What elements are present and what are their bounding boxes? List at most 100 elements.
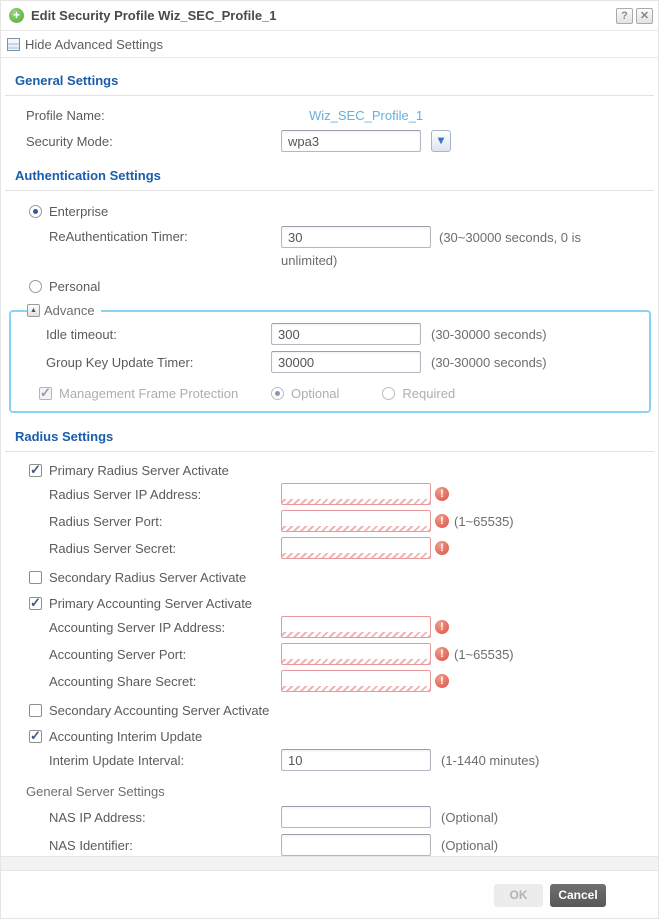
secondary-accounting-activate-label[interactable]: Secondary Accounting Server Activate (49, 703, 269, 718)
general-settings-header: General Settings (1, 73, 658, 88)
close-button[interactable]: ✕ (636, 8, 653, 24)
accounting-server-port-label: Accounting Server Port: (49, 647, 281, 662)
idle-timeout-label: Idle timeout: (46, 327, 271, 342)
accounting-interim-update-checkbox[interactable] (29, 730, 42, 743)
error-icon: ! (435, 487, 449, 501)
footer-divider-band (1, 856, 658, 871)
radius-settings-header: Radius Settings (1, 429, 658, 444)
reauth-timer-row: ReAuthentication Timer: (30~30000 second… (1, 226, 658, 272)
security-mode-input[interactable] (281, 130, 421, 152)
error-icon: ! (435, 674, 449, 688)
nas-ip-address-input[interactable] (281, 806, 431, 828)
general-server-settings-label: General Server Settings (1, 784, 658, 799)
interim-update-interval-row: Interim Update Interval: (1-1440 minutes… (1, 749, 658, 771)
secondary-accounting-activate-checkbox[interactable] (29, 704, 42, 717)
enterprise-label[interactable]: Enterprise (49, 204, 108, 219)
security-mode-label: Security Mode: (26, 134, 281, 149)
secondary-radius-activate-label[interactable]: Secondary Radius Server Activate (49, 570, 246, 585)
nas-identifier-input[interactable] (281, 834, 431, 856)
reauth-timer-hint-line1: (30~30000 seconds, 0 is (439, 230, 581, 245)
panel-icon (7, 38, 20, 51)
group-key-update-timer-row: Group Key Update Timer: (30-30000 second… (39, 351, 643, 373)
reauth-timer-hint-line2: unlimited) (281, 253, 337, 268)
enterprise-radio[interactable] (29, 205, 42, 218)
accounting-server-ip-row: Accounting Server IP Address: ! (1, 616, 658, 638)
personal-radio[interactable] (29, 280, 42, 293)
management-frame-protection-row: Management Frame Protection Optional Req… (39, 386, 643, 401)
accounting-server-ip-input[interactable] (281, 616, 431, 638)
accounting-share-secret-label: Accounting Share Secret: (49, 674, 281, 689)
profile-name-label: Profile Name: (26, 108, 281, 123)
add-icon: + (9, 8, 24, 23)
interim-update-interval-hint: (1-1440 minutes) (441, 753, 539, 768)
management-frame-protection-checkbox (39, 387, 52, 400)
accounting-server-port-hint: (1~65535) (454, 647, 514, 662)
radius-server-secret-input[interactable] (281, 537, 431, 559)
divider (5, 451, 654, 452)
nas-identifier-label: NAS Identifier: (49, 838, 281, 853)
primary-radius-activate-label[interactable]: Primary Radius Server Activate (49, 463, 229, 478)
nas-ip-address-hint: (Optional) (441, 810, 498, 825)
ok-button[interactable]: OK (494, 884, 543, 907)
accounting-interim-update-label[interactable]: Accounting Interim Update (49, 729, 202, 744)
reauth-timer-input[interactable] (281, 226, 431, 248)
accounting-server-ip-label: Accounting Server IP Address: (49, 620, 281, 635)
radius-server-ip-row: Radius Server IP Address: ! (1, 483, 658, 505)
idle-timeout-row: Idle timeout: (30-30000 seconds) (39, 323, 643, 345)
management-frame-protection-label: Management Frame Protection (59, 386, 271, 401)
group-key-update-timer-label: Group Key Update Timer: (46, 355, 271, 370)
radius-server-secret-label: Radius Server Secret: (49, 541, 281, 556)
primary-accounting-activate-label[interactable]: Primary Accounting Server Activate (49, 596, 252, 611)
profile-name-row: Profile Name: Wiz_SEC_Profile_1 (1, 108, 658, 123)
group-key-update-timer-input[interactable] (271, 351, 421, 373)
nas-identifier-row: NAS Identifier: (Optional) (1, 834, 658, 856)
reauth-timer-label: ReAuthentication Timer: (49, 226, 281, 248)
interim-update-interval-input[interactable] (281, 749, 431, 771)
enterprise-radio-row: Enterprise (1, 204, 658, 219)
dialog-content: General Settings Profile Name: Wiz_SEC_P… (1, 58, 658, 919)
hide-advanced-settings-toggle[interactable]: Hide Advanced Settings (1, 31, 658, 58)
mfp-optional-label: Optional (291, 386, 339, 401)
primary-radius-activate-checkbox[interactable] (29, 464, 42, 477)
accounting-server-port-row: Accounting Server Port: ! (1~65535) (1, 643, 658, 665)
help-button[interactable]: ? (616, 8, 633, 24)
group-key-update-timer-hint: (30-30000 seconds) (431, 355, 547, 370)
interim-update-interval-label: Interim Update Interval: (49, 753, 281, 768)
authentication-settings-header: Authentication Settings (1, 168, 658, 183)
dialog-titlebar: + Edit Security Profile Wiz_SEC_Profile_… (1, 1, 658, 31)
security-mode-row: Security Mode: ▾ (1, 130, 658, 152)
radius-server-ip-label: Radius Server IP Address: (49, 487, 281, 502)
collapse-icon[interactable]: ▲ (27, 304, 40, 317)
error-icon: ! (435, 620, 449, 634)
accounting-server-port-input[interactable] (281, 643, 431, 665)
primary-accounting-activate-row: Primary Accounting Server Activate (1, 596, 658, 611)
cancel-button[interactable]: Cancel (550, 884, 606, 907)
radius-server-port-label: Radius Server Port: (49, 514, 281, 529)
secondary-accounting-activate-row: Secondary Accounting Server Activate (1, 703, 658, 718)
nas-ip-address-label: NAS IP Address: (49, 810, 281, 825)
hide-advanced-settings-label: Hide Advanced Settings (25, 37, 163, 52)
dialog-title: Edit Security Profile Wiz_SEC_Profile_1 (31, 8, 613, 23)
advance-legend: ▲ Advance (27, 303, 101, 318)
secondary-radius-activate-checkbox[interactable] (29, 571, 42, 584)
accounting-share-secret-row: Accounting Share Secret: ! (1, 670, 658, 692)
primary-radius-activate-row: Primary Radius Server Activate (1, 463, 658, 478)
nas-identifier-hint: (Optional) (441, 838, 498, 853)
edit-security-profile-dialog: + Edit Security Profile Wiz_SEC_Profile_… (0, 0, 659, 919)
mfp-required-label: Required (402, 386, 455, 401)
advance-fieldset: ▲ Advance Idle timeout: (30-30000 second… (9, 303, 651, 413)
primary-accounting-activate-checkbox[interactable] (29, 597, 42, 610)
radius-server-port-input[interactable] (281, 510, 431, 532)
advance-legend-label: Advance (44, 303, 95, 318)
secondary-radius-activate-row: Secondary Radius Server Activate (1, 570, 658, 585)
error-icon: ! (435, 541, 449, 555)
radius-server-ip-input[interactable] (281, 483, 431, 505)
idle-timeout-input[interactable] (271, 323, 421, 345)
chevron-down-icon[interactable]: ▾ (431, 130, 451, 152)
divider (5, 95, 654, 96)
mfp-required-radio (382, 387, 395, 400)
nas-ip-address-row: NAS IP Address: (Optional) (1, 806, 658, 828)
personal-radio-row: Personal (1, 279, 658, 294)
accounting-share-secret-input[interactable] (281, 670, 431, 692)
personal-label[interactable]: Personal (49, 279, 100, 294)
